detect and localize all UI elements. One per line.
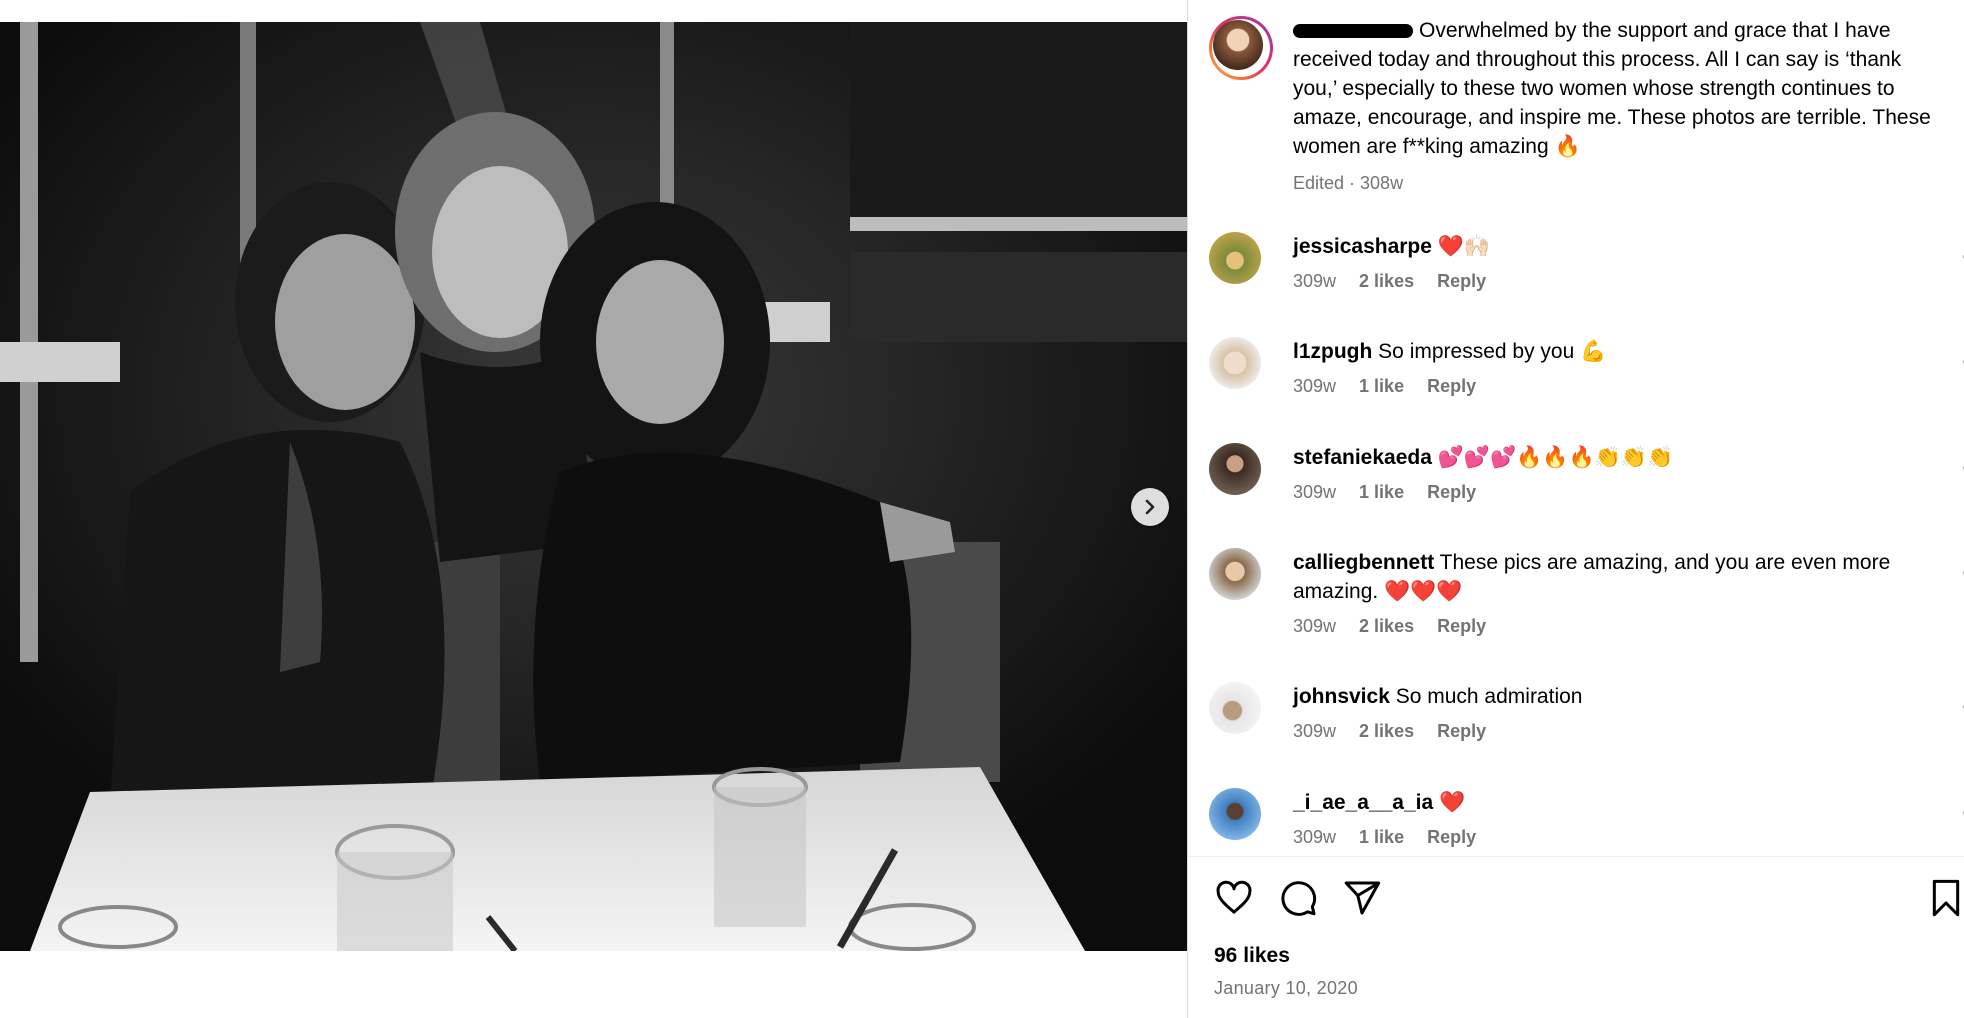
reply-button[interactable]: Reply <box>1427 482 1476 502</box>
comment-age: 309w <box>1293 827 1337 847</box>
actions-divider <box>1188 856 1964 857</box>
post-side-panel: Overwhelmed by the support and grace tha… <box>1187 0 1964 1018</box>
comment-likes[interactable]: 2 likes <box>1359 271 1414 291</box>
comment-username[interactable]: calliegbennett <box>1293 551 1434 574</box>
comment-text: ❤️🙌🏻 <box>1437 235 1491 258</box>
comment-likes[interactable]: 1 like <box>1359 376 1404 396</box>
save-button[interactable] <box>1928 878 1964 923</box>
redacted-username <box>1293 24 1413 39</box>
author-avatar[interactable] <box>1209 16 1273 80</box>
comment-age: 309w <box>1293 721 1337 741</box>
comment-likes[interactable]: 2 likes <box>1359 616 1414 636</box>
post-photo[interactable] <box>0 22 1187 951</box>
like-button[interactable] <box>1214 878 1254 923</box>
comment-likes[interactable]: 1 like <box>1359 482 1404 502</box>
reply-button[interactable]: Reply <box>1437 721 1486 741</box>
comment-username[interactable]: l1zpugh <box>1293 340 1372 363</box>
reply-button[interactable]: Reply <box>1437 271 1486 291</box>
commenter-avatar[interactable] <box>1209 788 1261 840</box>
caption-meta: Edited · 308w <box>1293 173 1404 193</box>
reply-button[interactable]: Reply <box>1437 616 1486 636</box>
heart-outline-icon <box>1216 880 1252 914</box>
comment-age: 309w <box>1293 616 1337 636</box>
comment-text: So impressed by you 💪 <box>1378 340 1607 363</box>
post-actions-bar <box>1188 878 1964 922</box>
comment-username[interactable]: stefaniekaeda <box>1293 446 1432 469</box>
comment-age: 309w <box>1293 271 1337 291</box>
likes-count[interactable]: 96 likes <box>1214 944 1290 968</box>
post-date[interactable]: January 10, 2020 <box>1214 978 1358 999</box>
next-photo-button[interactable] <box>1131 488 1169 526</box>
commenter-avatar[interactable] <box>1209 337 1261 389</box>
photo-illustration <box>0 22 1187 951</box>
comment-text: ❤️ <box>1438 791 1466 814</box>
comment-text: So much admiration <box>1395 685 1583 708</box>
comment-button[interactable] <box>1278 878 1318 923</box>
comment-age: 309w <box>1293 482 1337 502</box>
reply-button[interactable]: Reply <box>1427 827 1476 847</box>
comment-likes[interactable]: 1 like <box>1359 827 1404 847</box>
commenter-avatar[interactable] <box>1209 548 1261 600</box>
comment-username[interactable]: jessicasharpe <box>1293 235 1432 258</box>
paper-plane-icon <box>1344 881 1381 915</box>
comment-age: 309w <box>1293 376 1337 396</box>
reply-button[interactable]: Reply <box>1427 376 1476 396</box>
share-button[interactable] <box>1342 878 1382 923</box>
bookmark-icon <box>1932 879 1960 917</box>
comment-username[interactable]: johnsvick <box>1293 685 1390 708</box>
comment-likes[interactable]: 2 likes <box>1359 721 1414 741</box>
comment-username[interactable]: _i_ae_a__a_ia <box>1293 791 1433 814</box>
caption-text: Overwhelmed by the support and grace tha… <box>1293 19 1931 158</box>
comment-bubble-icon <box>1281 881 1317 916</box>
chevron-right-icon <box>1145 499 1155 515</box>
comment-text: 💕💕💕🔥🔥🔥👏👏👏 <box>1437 446 1674 469</box>
commenter-avatar[interactable] <box>1209 232 1261 284</box>
commenter-avatar[interactable] <box>1209 682 1261 734</box>
commenter-avatar[interactable] <box>1209 443 1261 495</box>
comments-list[interactable]: jessicasharpe ❤️🙌🏻 309w 2 likes Reply l1… <box>1209 232 1964 857</box>
